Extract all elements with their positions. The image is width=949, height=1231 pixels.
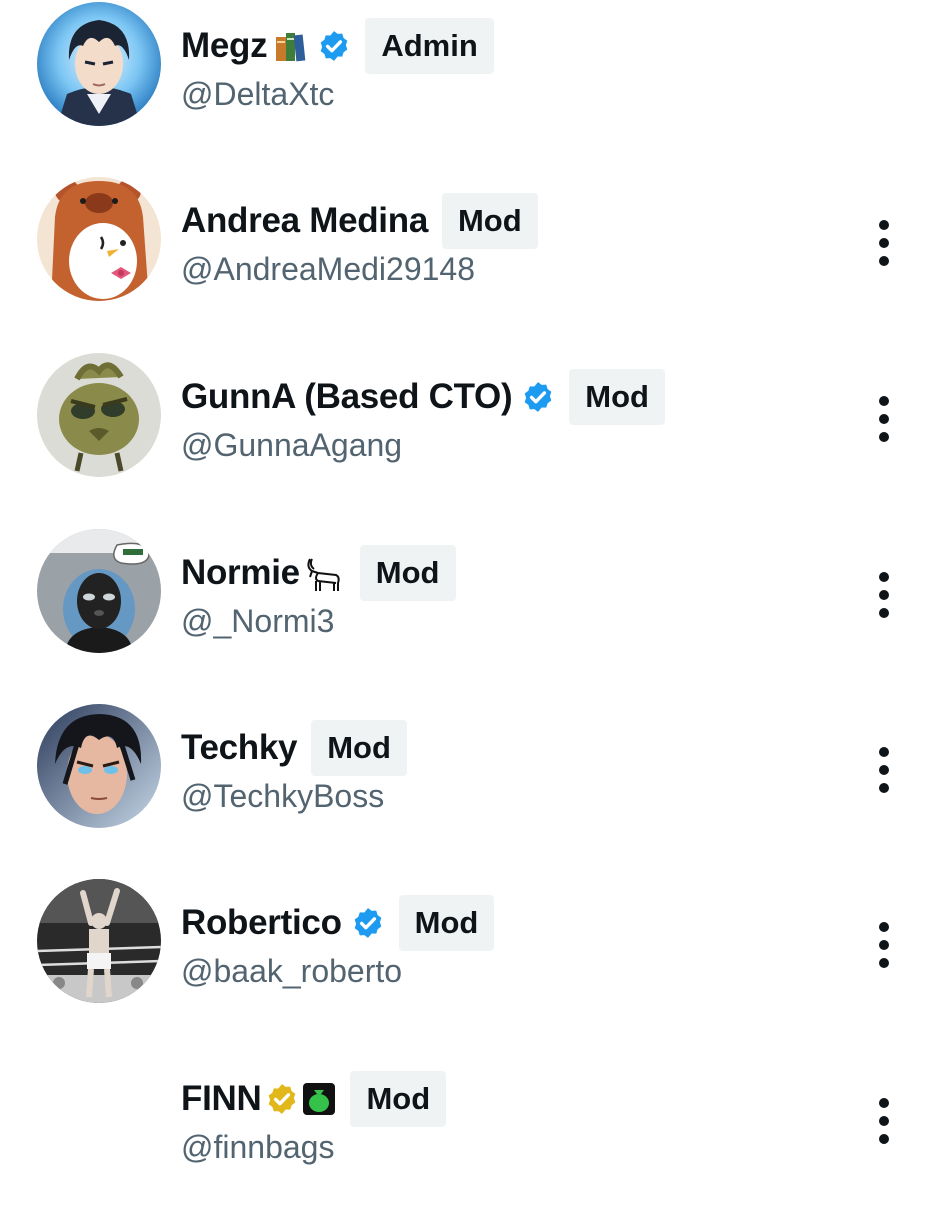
more-options-button[interactable] bbox=[864, 213, 904, 273]
avatar-anime-fighter-icon bbox=[37, 704, 161, 828]
role-badge: Mod bbox=[311, 720, 407, 776]
member-row-robertico[interactable]: Robertico Mod @baak_roberto bbox=[0, 879, 949, 1055]
name-line: Techky Mod bbox=[181, 719, 407, 777]
books-icon bbox=[276, 33, 306, 62]
user-handle[interactable]: @TechkyBoss bbox=[181, 778, 384, 815]
user-handle[interactable]: @finnbags bbox=[181, 1129, 334, 1166]
avatar[interactable] bbox=[37, 353, 161, 477]
avatar[interactable] bbox=[37, 177, 161, 301]
user-handle[interactable]: @GunnaAgang bbox=[181, 427, 402, 464]
role-badge: Mod bbox=[359, 545, 456, 601]
money-bag-icon bbox=[303, 1083, 336, 1115]
role-badge: Mod bbox=[569, 369, 665, 425]
avatar[interactable] bbox=[37, 529, 161, 653]
name-line: Normie Mod bbox=[181, 544, 456, 602]
avatar[interactable] bbox=[37, 879, 161, 1003]
avatar-boxer-ring-icon bbox=[37, 879, 161, 1003]
verified-badge-icon bbox=[320, 31, 348, 61]
goat-icon bbox=[307, 558, 340, 591]
user-handle[interactable]: @DeltaXtc bbox=[181, 76, 334, 113]
display-name[interactable]: GunnA (Based CTO) bbox=[181, 377, 513, 417]
avatar-penguin-bear-hood-icon bbox=[37, 177, 161, 301]
more-options-button[interactable] bbox=[864, 1091, 904, 1151]
member-row-normie[interactable]: Normie Mod @_Normi3 bbox=[0, 529, 949, 705]
user-handle[interactable]: @_Normi3 bbox=[181, 603, 334, 640]
more-options-button[interactable] bbox=[864, 565, 904, 625]
verified-gold-badge-icon bbox=[269, 1084, 296, 1114]
display-name[interactable]: Megz bbox=[181, 26, 268, 66]
role-badge: Mod bbox=[398, 895, 495, 951]
more-options-button[interactable] bbox=[864, 915, 904, 975]
avatar-anime-blue-hair-icon bbox=[37, 2, 161, 126]
avatar[interactable] bbox=[37, 2, 161, 126]
avatar-green-bird-creature-icon bbox=[37, 353, 161, 477]
member-row-gunna[interactable]: GunnA (Based CTO) Mod @GunnaAgang bbox=[0, 353, 949, 529]
more-vertical-icon bbox=[879, 1098, 889, 1144]
verified-badge-icon bbox=[354, 908, 381, 938]
member-row-megz[interactable]: Megz Admin @DeltaXtc bbox=[0, 2, 949, 178]
moderators-list: Megz Admin @DeltaXtc Andrea Medina Mod @… bbox=[0, 0, 949, 1200]
display-name[interactable]: Andrea Medina bbox=[181, 201, 428, 241]
name-line: Megz Admin bbox=[181, 17, 494, 75]
verified-badge-icon bbox=[524, 382, 552, 412]
role-badge: Mod bbox=[441, 193, 538, 249]
member-row-finn[interactable]: FINN Mod @finnbags bbox=[0, 1055, 949, 1231]
role-badge: Mod bbox=[350, 1071, 447, 1127]
avatar[interactable] bbox=[37, 704, 161, 828]
display-name[interactable]: Robertico bbox=[181, 903, 342, 943]
avatar-balaclava-figure-icon bbox=[37, 529, 161, 653]
name-line: Robertico Mod bbox=[181, 894, 495, 952]
role-badge: Admin bbox=[365, 18, 494, 74]
member-row-andrea-medina[interactable]: Andrea Medina Mod @AndreaMedi29148 bbox=[0, 177, 949, 353]
more-vertical-icon bbox=[879, 396, 889, 442]
more-options-button[interactable] bbox=[864, 740, 904, 800]
more-options-button[interactable] bbox=[864, 389, 904, 449]
more-vertical-icon bbox=[879, 922, 889, 968]
display-name[interactable]: Normie bbox=[181, 553, 300, 593]
more-vertical-icon bbox=[879, 572, 889, 618]
more-vertical-icon bbox=[879, 747, 889, 793]
member-row-techky[interactable]: Techky Mod @TechkyBoss bbox=[0, 704, 949, 880]
user-handle[interactable]: @AndreaMedi29148 bbox=[181, 251, 475, 288]
name-line: Andrea Medina Mod bbox=[181, 192, 538, 250]
more-vertical-icon bbox=[879, 220, 889, 266]
name-line: GunnA (Based CTO) Mod bbox=[181, 368, 665, 426]
display-name[interactable]: FINN bbox=[181, 1079, 262, 1119]
user-handle[interactable]: @baak_roberto bbox=[181, 953, 402, 990]
name-line: FINN Mod bbox=[181, 1070, 447, 1128]
display-name[interactable]: Techky bbox=[181, 728, 298, 768]
